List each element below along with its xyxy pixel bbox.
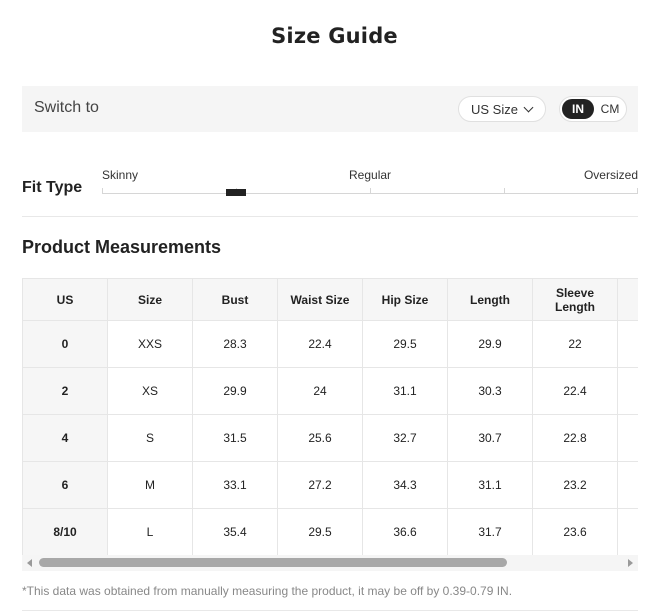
table-cell: 31.7 <box>447 508 533 555</box>
size-system-value: US Size <box>471 101 518 117</box>
scroll-left-arrow-icon[interactable] <box>27 559 32 567</box>
table-cell <box>617 508 638 555</box>
table-cell: 23.2 <box>532 461 618 509</box>
fit-scale-marker <box>226 189 246 196</box>
horizontal-scrollbar[interactable] <box>22 555 638 571</box>
table-cell: 22.8 <box>532 414 618 462</box>
size-system-select[interactable]: US Size <box>458 96 546 122</box>
table-cell: 33.1 <box>192 461 278 509</box>
column-header: Waist Size <box>277 278 363 321</box>
table-cell: 29.9 <box>192 367 278 415</box>
column-header: Size <box>107 278 193 321</box>
fit-oversized-label: Oversized <box>583 168 638 182</box>
page-title: Size Guide <box>271 24 398 48</box>
column-header: Bust <box>192 278 278 321</box>
table-row: 4 S 31.5 25.6 32.7 30.7 22.8 <box>22 414 638 462</box>
table-cell: 31.5 <box>192 414 278 462</box>
table-cell: 29.5 <box>362 320 448 368</box>
unit-toggle: IN CM <box>559 96 627 122</box>
table-cell: M <box>107 461 193 509</box>
fit-skinny-label: Skinny <box>102 168 139 182</box>
fit-scale-tick <box>370 188 371 194</box>
switch-label: Switch to <box>34 99 99 116</box>
table-row: 6 M 33.1 27.2 34.3 31.1 23.2 <box>22 461 638 509</box>
column-header: Sleeve Length <box>532 278 618 321</box>
table-cell: 22 <box>532 320 618 368</box>
table-cell: 30.7 <box>447 414 533 462</box>
table-cell: 27.2 <box>277 461 363 509</box>
measurement-note: *This data was obtained from manually me… <box>22 584 513 598</box>
table-row: 0 XXS 28.3 22.4 29.5 29.9 22 <box>22 320 638 368</box>
table-cell: 25.6 <box>277 414 363 462</box>
scrollbar-thumb[interactable] <box>39 558 507 567</box>
table-cell: S <box>107 414 193 462</box>
table-cell: 24 <box>277 367 363 415</box>
scroll-right-arrow-icon[interactable] <box>628 559 633 567</box>
measurements-table-wrapper[interactable]: US Size Bust Waist Size Hip Size Length … <box>22 278 638 555</box>
table-cell: 8/10 <box>22 508 108 555</box>
table-cell: 34.3 <box>362 461 448 509</box>
table-cell <box>617 461 638 509</box>
chevron-down-icon <box>523 102 534 113</box>
table-cell <box>617 367 638 415</box>
unit-in-button[interactable]: IN <box>562 99 594 119</box>
table-cell: 36.6 <box>362 508 448 555</box>
table-row: 8/10 L 35.4 29.5 36.6 31.7 23.6 <box>22 508 638 555</box>
fit-type-label: Fit Type <box>22 179 83 196</box>
column-header: Length <box>447 278 533 321</box>
unit-cm-button[interactable]: CM <box>596 99 624 119</box>
fit-scale-tick <box>504 188 505 194</box>
table-cell: 35.4 <box>192 508 278 555</box>
table-cell: 29.9 <box>447 320 533 368</box>
table-cell: 6 <box>22 461 108 509</box>
bottom-divider <box>22 610 638 611</box>
table-cell: L <box>107 508 193 555</box>
table-cell: 31.1 <box>447 461 533 509</box>
table-cell: 32.7 <box>362 414 448 462</box>
fit-regular-label: Regular <box>349 168 392 182</box>
table-cell: XXS <box>107 320 193 368</box>
table-row: 2 XS 29.9 24 31.1 30.3 22.4 <box>22 367 638 415</box>
table-cell <box>617 414 638 462</box>
table-cell: 28.3 <box>192 320 278 368</box>
measurements-title: Product Measurements <box>22 237 222 257</box>
table-cell: 29.5 <box>277 508 363 555</box>
table-cell: 22.4 <box>277 320 363 368</box>
table-cell: 2 <box>22 367 108 415</box>
table-cell: 0 <box>22 320 108 368</box>
table-cell: 31.1 <box>362 367 448 415</box>
switch-bar: Switch to US Size IN CM <box>22 86 638 132</box>
table-cell <box>617 320 638 368</box>
table-cell: 23.6 <box>532 508 618 555</box>
table-cell: XS <box>107 367 193 415</box>
table-cell: 4 <box>22 414 108 462</box>
table-cell: 22.4 <box>532 367 618 415</box>
fit-scale-tick <box>637 188 638 194</box>
fit-scale-tick <box>102 188 103 194</box>
column-header <box>617 278 638 321</box>
table-header-row: US Size Bust Waist Size Hip Size Length … <box>22 278 638 321</box>
column-header: US <box>22 278 108 321</box>
measurements-table: US Size Bust Waist Size Hip Size Length … <box>22 278 638 555</box>
column-header: Hip Size <box>362 278 448 321</box>
section-divider <box>22 216 638 217</box>
table-cell: 30.3 <box>447 367 533 415</box>
